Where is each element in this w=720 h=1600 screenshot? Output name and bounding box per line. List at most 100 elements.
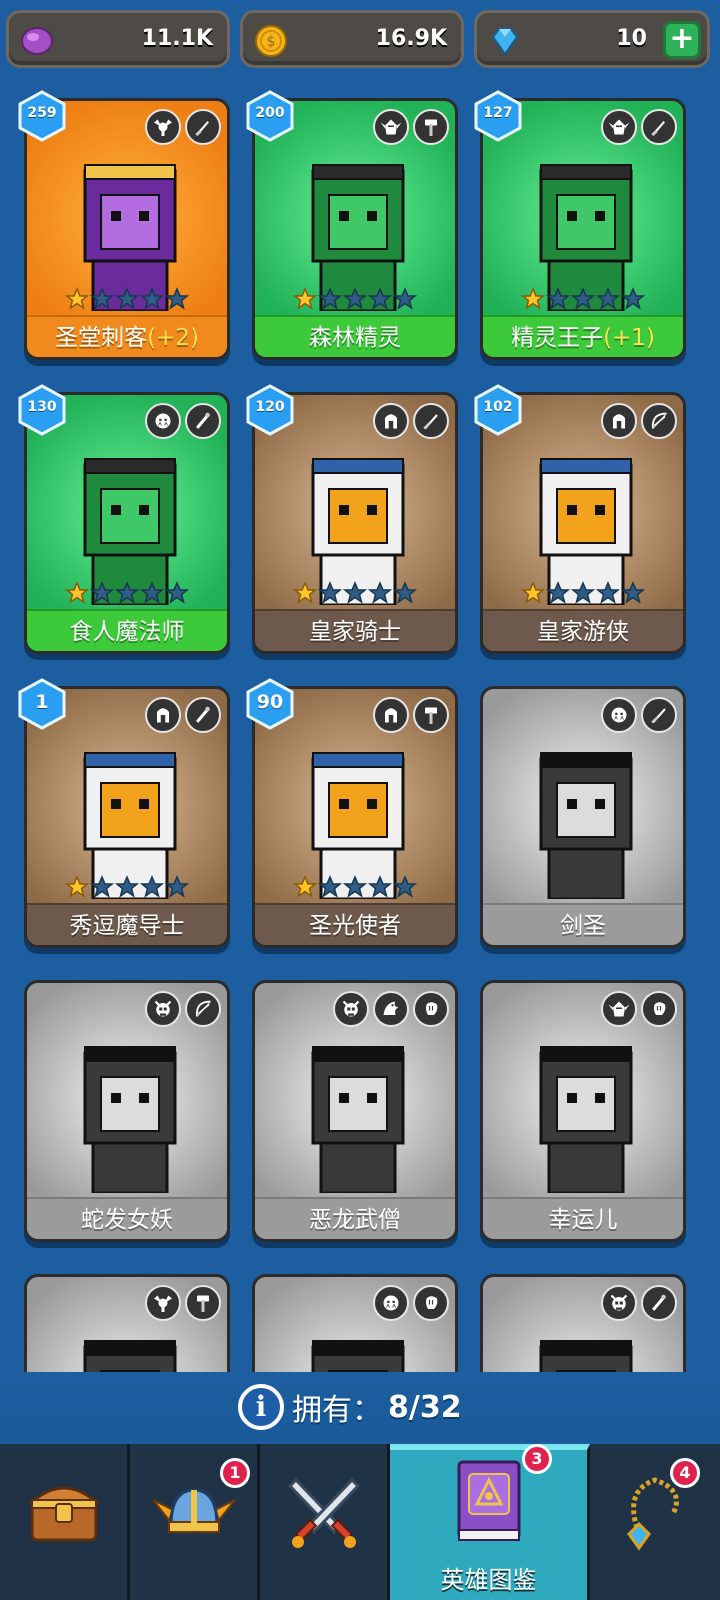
coin-amount: 16.9K xyxy=(375,26,447,51)
hero-name-plate: 森林精灵 xyxy=(255,315,455,357)
hero-trait-icons xyxy=(333,991,449,1027)
star-rating xyxy=(293,287,417,311)
crossed-swords-icon xyxy=(287,1477,360,1548)
orc-icon xyxy=(145,403,181,439)
star-empty-icon xyxy=(318,287,342,310)
hammer-icon xyxy=(413,109,449,145)
hero-level: 1 xyxy=(35,691,49,713)
star-empty-icon xyxy=(343,581,367,604)
codex-badge: 3 xyxy=(522,1444,552,1474)
orb-currency[interactable]: 11.1K xyxy=(6,10,230,68)
star-filled-icon xyxy=(65,287,89,310)
hero-name-plate: 蛇发女妖 xyxy=(27,1197,227,1239)
hero-level: 127 xyxy=(483,105,513,121)
gold-coin-icon: $ xyxy=(255,25,287,57)
star-rating xyxy=(521,581,645,605)
nav-battle[interactable] xyxy=(260,1444,390,1600)
hero-name-plate: 幸运儿 xyxy=(483,1197,683,1239)
nav-chest[interactable] xyxy=(0,1444,130,1600)
star-filled-icon xyxy=(293,581,317,604)
bow-icon xyxy=(641,403,677,439)
hammer-icon xyxy=(413,697,449,733)
nav-amulet[interactable]: 4 xyxy=(590,1444,720,1600)
hero-card[interactable] xyxy=(24,1274,230,1380)
star-empty-icon xyxy=(165,875,189,898)
gem-currency[interactable]: 10 + xyxy=(474,10,710,68)
hero-card[interactable]: 剑圣 xyxy=(480,686,686,948)
hero-card[interactable] xyxy=(480,1274,686,1380)
hero-name-plate: 皇家游侠 xyxy=(483,609,683,651)
hero-name-plate: 皇家骑士 xyxy=(255,609,455,651)
hero-name-plate: 圣堂刺客(+2) xyxy=(27,315,227,357)
hero-level-badge: 200 xyxy=(244,90,296,142)
sword-icon xyxy=(641,697,677,733)
star-empty-icon xyxy=(115,875,139,898)
hero-card[interactable]: 恶龙武僧 xyxy=(252,980,458,1242)
hero-bonus: (+2) xyxy=(147,325,199,351)
star-empty-icon xyxy=(318,581,342,604)
star-empty-icon xyxy=(140,287,164,310)
hero-portrait xyxy=(539,752,633,899)
star-empty-icon xyxy=(90,287,114,310)
hero-level-badge: 120 xyxy=(244,384,296,436)
owned-bar: i 拥有： 8/32 xyxy=(0,1372,720,1442)
star-filled-icon xyxy=(65,875,89,898)
orc-icon xyxy=(601,697,637,733)
demon-skull-icon xyxy=(601,1285,637,1321)
nav-hero-codex[interactable]: 3 英雄图鉴 xyxy=(390,1444,590,1600)
star-empty-icon xyxy=(90,581,114,604)
hero-name: 蛇发女妖 xyxy=(81,1207,173,1233)
star-empty-icon xyxy=(318,875,342,898)
hero-trait-icons xyxy=(373,1285,449,1321)
hero-level-badge: 102 xyxy=(472,384,524,436)
hammer-icon xyxy=(185,1285,221,1321)
star-empty-icon xyxy=(596,287,620,310)
star-empty-icon xyxy=(140,875,164,898)
star-rating xyxy=(521,287,645,311)
hero-name: 恶龙武僧 xyxy=(309,1207,401,1233)
hero-level: 130 xyxy=(27,399,57,415)
hero-trait-icons xyxy=(145,1285,221,1321)
star-rating xyxy=(293,581,417,605)
star-empty-icon xyxy=(393,875,417,898)
winged-emblem-icon xyxy=(145,1285,181,1321)
sword-icon xyxy=(413,403,449,439)
hero-trait-icons xyxy=(601,697,677,733)
helmet-badge: 1 xyxy=(220,1458,250,1488)
star-empty-icon xyxy=(368,875,392,898)
hero-name-plate: 秀逗魔导士 xyxy=(27,903,227,945)
bow-icon xyxy=(185,991,221,1027)
star-empty-icon xyxy=(115,287,139,310)
dragon-icon xyxy=(373,991,409,1027)
hero-card[interactable] xyxy=(252,1274,458,1380)
star-empty-icon xyxy=(115,581,139,604)
elf-icon xyxy=(601,109,637,145)
add-gems-button[interactable]: + xyxy=(663,21,701,59)
star-empty-icon xyxy=(90,875,114,898)
hero-level-badge: 1 xyxy=(16,678,68,730)
winged-emblem-icon xyxy=(145,109,181,145)
coin-currency[interactable]: $ 16.9K xyxy=(240,10,464,68)
dagger-icon xyxy=(641,109,677,145)
hero-name: 圣堂刺客 xyxy=(55,325,148,351)
hero-name: 幸运儿 xyxy=(548,1207,618,1233)
purple-orb-icon xyxy=(21,27,53,55)
bottom-nav: 1 3 英雄图鉴 4 xyxy=(0,1444,720,1600)
hero-trait-icons xyxy=(601,1285,677,1321)
hero-name-plate: 剑圣 xyxy=(483,903,683,945)
hero-trait-icons xyxy=(373,109,449,145)
info-icon[interactable]: i xyxy=(238,1384,284,1430)
hero-name-plate: 精灵王子(+1) xyxy=(483,315,683,357)
hero-bonus: (+1) xyxy=(603,325,655,351)
star-empty-icon xyxy=(165,287,189,310)
star-filled-icon xyxy=(293,875,317,898)
hero-name: 剑圣 xyxy=(560,913,606,939)
fist-icon xyxy=(413,991,449,1027)
svg-text:$: $ xyxy=(267,34,276,50)
star-empty-icon xyxy=(621,287,645,310)
hero-card[interactable]: 幸运儿 xyxy=(480,980,686,1242)
hero-card[interactable]: 蛇发女妖 xyxy=(24,980,230,1242)
star-empty-icon xyxy=(546,581,570,604)
hero-trait-icons xyxy=(601,403,677,439)
nav-helmet[interactable]: 1 xyxy=(130,1444,260,1600)
